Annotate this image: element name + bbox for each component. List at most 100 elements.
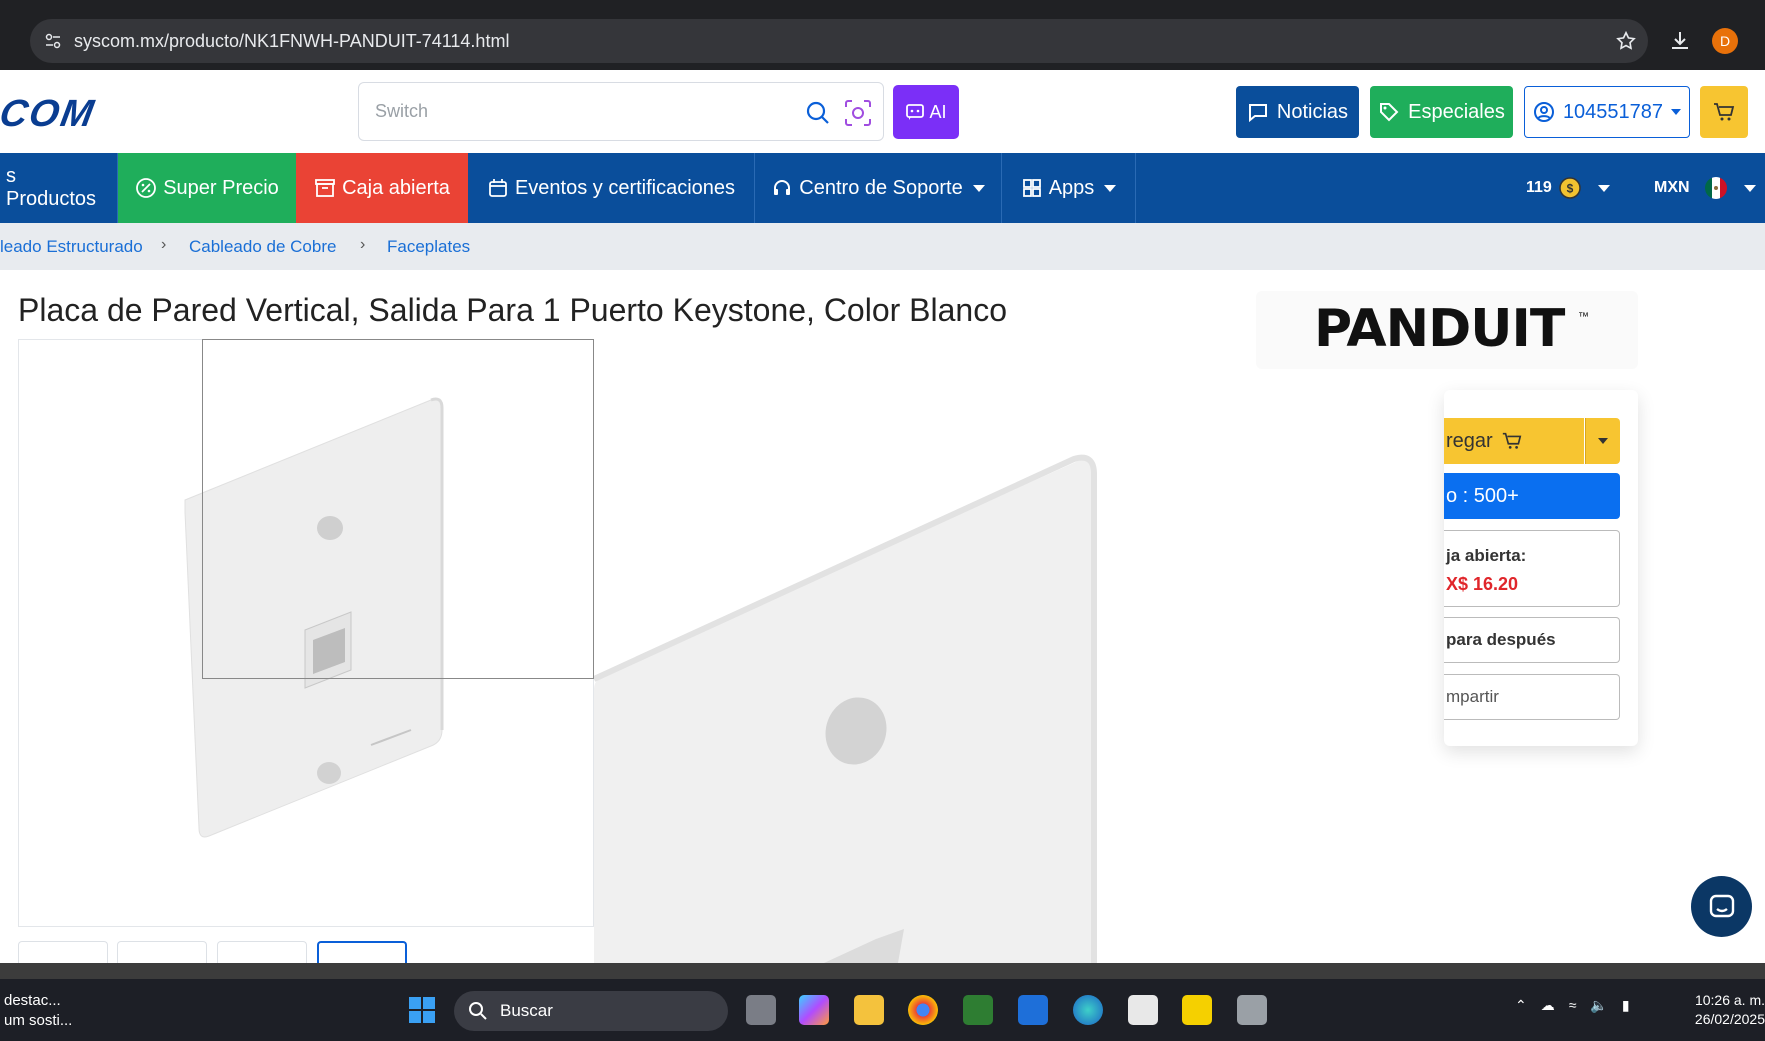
chevron-down-icon — [1597, 184, 1610, 192]
edge-icon[interactable] — [1073, 995, 1103, 1025]
nav-products-label: s Productos — [6, 165, 97, 210]
clock-time: 10:26 a. m. — [1694, 992, 1765, 1008]
tag-icon — [1380, 103, 1399, 122]
taskbar-search[interactable]: Buscar — [454, 991, 728, 1031]
news-label: Noticias — [1276, 100, 1349, 123]
zoom-preview — [594, 339, 1444, 963]
windows-start-icon[interactable] — [407, 995, 437, 1025]
chevron-down-icon — [1671, 109, 1682, 115]
search-icon — [469, 1002, 487, 1020]
breadcrumb-separator: › — [360, 236, 366, 253]
account-number: 104551787 — [1562, 100, 1664, 123]
ai-assistant-button[interactable]: AI — [893, 85, 959, 139]
brand-box[interactable]: PANDUIT ™ — [1256, 291, 1638, 369]
site-logo[interactable]: COM — [0, 93, 98, 136]
trademark-symbol: ™ — [1578, 311, 1589, 323]
chat-app-icon[interactable] — [963, 995, 993, 1025]
calculator-icon[interactable] — [1237, 995, 1267, 1025]
download-icon[interactable] — [1668, 29, 1692, 53]
browser-tab-strip — [0, 0, 1765, 12]
cart-button[interactable] — [1700, 86, 1748, 138]
cart-icon — [1714, 103, 1735, 121]
stock-button[interactable]: o : 500+ — [1444, 473, 1620, 519]
add-to-cart-button[interactable]: regar — [1444, 418, 1584, 464]
news-button[interactable]: Noticias — [1236, 86, 1359, 138]
ai-label: AI — [929, 101, 947, 122]
clock-date: 26/02/2025 — [1694, 1011, 1765, 1027]
add-to-cart-label: regar — [1446, 429, 1493, 452]
nav-support-label: Centro de Soporte — [799, 176, 963, 199]
nav-products[interactable]: s Productos — [0, 153, 118, 223]
svg-text:$: $ — [1566, 182, 1573, 196]
nav-open-box[interactable]: Caja abierta — [296, 153, 468, 223]
address-bar[interactable]: syscom.mx/producto/NK1FNWH-PANDUIT-74114… — [30, 19, 1648, 63]
coin-icon: $ — [1559, 177, 1581, 199]
sticky-notes-icon[interactable] — [1182, 995, 1212, 1025]
news-widget[interactable]: destac... um sosti... — [4, 991, 72, 1031]
currency-code: MXN — [1654, 179, 1690, 196]
nav-events-label: Eventos y certificaciones — [514, 176, 736, 199]
nav-open-box-label: Caja abierta — [342, 176, 450, 199]
nav-super-price-label: Super Precio — [163, 176, 279, 199]
open-box-price: X$ 16.20 — [1446, 574, 1519, 594]
nav-apps[interactable]: Apps — [1002, 153, 1136, 223]
search-input[interactable] — [375, 101, 775, 122]
bookmark-star-icon[interactable] — [1615, 30, 1637, 52]
system-tray: ⌃ ☁ ≈ 🔈 ▮ — [1515, 997, 1630, 1014]
horizontal-scrollbar[interactable] — [0, 963, 1765, 979]
url-text[interactable]: syscom.mx/producto/NK1FNWH-PANDUIT-74114… — [74, 31, 509, 52]
chat-bot-icon — [906, 104, 925, 120]
chevron-down-icon — [1598, 438, 1608, 444]
breadcrumb-separator: › — [161, 236, 167, 253]
news-line: destac... — [4, 992, 61, 1009]
task-view-icon[interactable] — [746, 995, 776, 1025]
faceplate-zoom-image — [594, 339, 1444, 963]
profile-avatar[interactable]: D — [1712, 28, 1738, 54]
nav-currency[interactable]: MXN — [1648, 153, 1763, 223]
specials-button[interactable]: Especiales — [1370, 86, 1513, 138]
search-icon[interactable] — [805, 100, 831, 126]
zoom-lens[interactable] — [202, 339, 594, 679]
breadcrumb-item[interactable]: Cableado de Cobre — [189, 237, 336, 257]
battery-icon[interactable]: ▮ — [1622, 997, 1630, 1014]
breadcrumb-item[interactable]: Faceplates — [387, 237, 470, 257]
chevron-down-icon — [972, 184, 985, 192]
account-button[interactable]: 104551787 — [1524, 86, 1690, 138]
breadcrumb: leado Estructurado › Cableado de Cobre ›… — [0, 223, 1765, 270]
cart-icon — [1502, 432, 1522, 449]
store-icon[interactable] — [1128, 995, 1158, 1025]
product-title: Placa de Pared Vertical, Salida Para 1 P… — [18, 292, 1008, 328]
nav-points[interactable]: 119 $ — [1520, 153, 1630, 223]
open-box-offer[interactable]: ja abierta: X$ 16.20 — [1444, 530, 1620, 607]
save-for-later-button[interactable]: para después — [1444, 617, 1620, 663]
buy-panel: regar o : 500+ ja abierta: X$ 16.20 para… — [1444, 390, 1638, 746]
message-icon — [1248, 104, 1267, 123]
site-info-icon[interactable] — [44, 32, 62, 50]
site-header: COM AI Noticias Especiales 104551787 — [0, 70, 1765, 153]
chrome-icon[interactable] — [908, 995, 938, 1025]
onedrive-icon[interactable]: ☁ — [1541, 997, 1555, 1014]
windows-taskbar: destac... um sosti... Buscar ⌃ ☁ ≈ 🔈 ▮ 1… — [0, 979, 1765, 1041]
specials-label: Especiales — [1408, 100, 1505, 123]
share-button[interactable]: mpartir — [1444, 674, 1620, 720]
copilot-icon[interactable] — [799, 995, 829, 1025]
search-box[interactable] — [358, 82, 884, 141]
open-box-label: ja abierta: — [1446, 546, 1527, 565]
chevron-up-icon[interactable]: ⌃ — [1515, 997, 1527, 1014]
clock[interactable]: 10:26 a. m. 26/02/2025 — [1692, 991, 1765, 1029]
todo-app-icon[interactable] — [1018, 995, 1048, 1025]
file-explorer-icon[interactable] — [854, 995, 884, 1025]
camera-search-icon[interactable] — [843, 98, 873, 128]
volume-icon[interactable]: 🔈 — [1590, 997, 1607, 1014]
taskbar-search-label: Buscar — [500, 1001, 553, 1020]
breadcrumb-item[interactable]: leado Estructurado — [0, 237, 143, 257]
nav-super-price[interactable]: Super Precio — [118, 153, 296, 223]
mexico-flag-icon — [1704, 177, 1727, 199]
chat-icon — [1709, 894, 1734, 917]
chat-button[interactable] — [1691, 876, 1752, 937]
add-options-dropdown[interactable] — [1585, 418, 1620, 464]
nav-support[interactable]: Centro de Soporte — [755, 153, 1002, 223]
nav-events[interactable]: Eventos y certificaciones — [468, 153, 755, 223]
grid-icon — [1022, 179, 1041, 197]
wifi-icon[interactable]: ≈ — [1569, 997, 1577, 1014]
